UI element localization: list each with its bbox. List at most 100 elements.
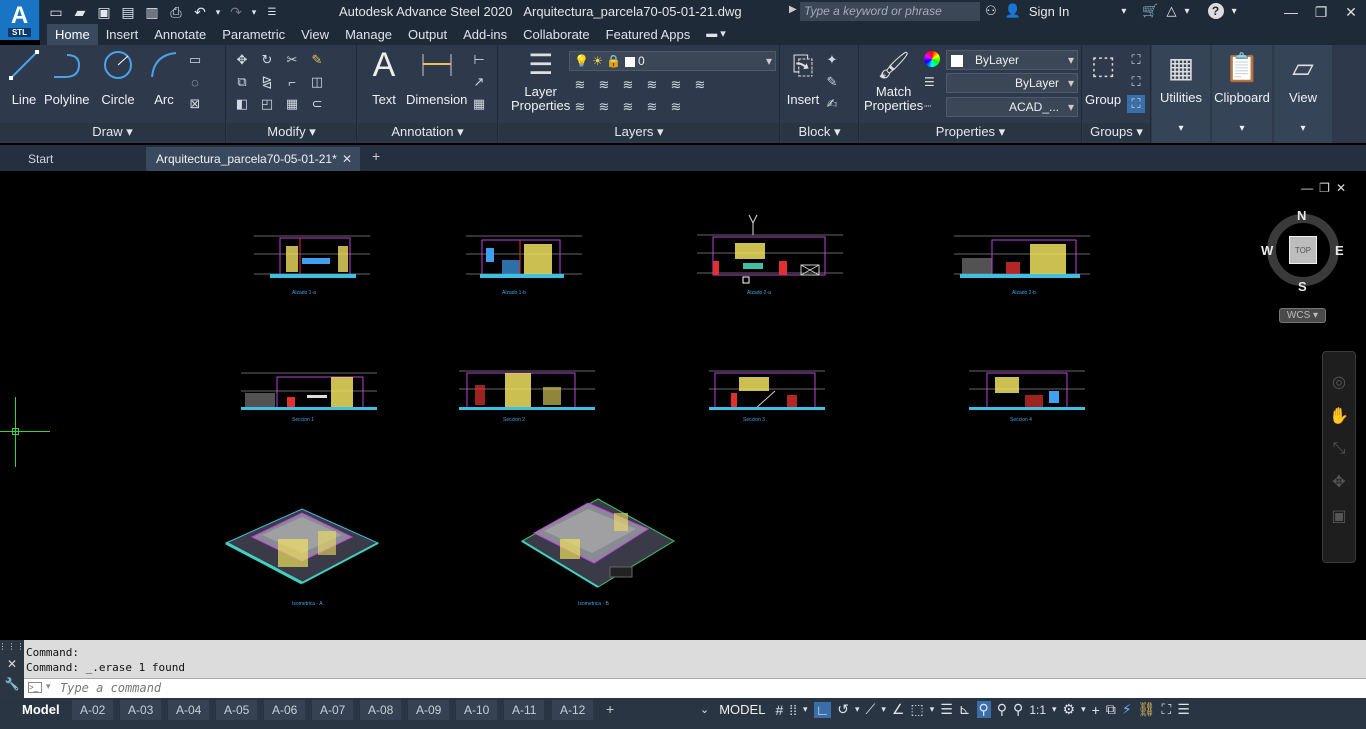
workspace-dropdown-icon[interactable]: ▾ xyxy=(1081,704,1086,715)
layer-tool-6-icon[interactable]: ≋ xyxy=(691,76,709,94)
layout-tab[interactable]: A-12 xyxy=(552,700,594,720)
layout-tab[interactable]: A-09 xyxy=(408,700,450,720)
viewcube-south[interactable]: S xyxy=(1298,279,1307,294)
create-block-icon[interactable]: ✦ xyxy=(823,51,841,69)
layer-tool-4-icon[interactable]: ≋ xyxy=(643,76,661,94)
help-dropdown-icon[interactable]: ▾ xyxy=(1232,6,1237,17)
layer-properties-button[interactable]: ☰ Layer Properties xyxy=(511,47,570,113)
edit-block-icon[interactable]: ✎ xyxy=(823,73,841,91)
linetype-dropdown[interactable]: ACAD_... xyxy=(946,97,1078,117)
dimension-button[interactable]: Dimension xyxy=(406,47,467,107)
isolate-objects-icon[interactable]: ⧉ xyxy=(1106,701,1116,718)
block-attr-icon[interactable]: ✍ xyxy=(823,95,841,113)
layer-tool-9-icon[interactable]: ≋ xyxy=(619,98,637,116)
elevation-1a-drawing[interactable] xyxy=(250,218,375,280)
isometric-a-drawing[interactable] xyxy=(222,491,382,596)
viewcube-north[interactable]: N xyxy=(1297,208,1306,223)
object-snap-dropdown-icon[interactable]: ▾ xyxy=(930,704,935,715)
autodesk-app-icon[interactable]: △ xyxy=(1167,3,1177,19)
layer-tool-5-icon[interactable]: ≋ xyxy=(667,76,685,94)
customize-icon[interactable]: 🔧 xyxy=(5,677,20,691)
section-1-drawing[interactable] xyxy=(237,353,382,413)
section-2-drawing[interactable] xyxy=(455,351,600,413)
color-dropdown[interactable]: ByLayer xyxy=(946,50,1078,70)
restore-icon[interactable]: ❐ xyxy=(1306,0,1336,24)
snap-icon[interactable]: ⁞⁞ xyxy=(789,702,797,718)
layer-tool-3-icon[interactable]: ≋ xyxy=(619,76,637,94)
close-command-line-icon[interactable]: ✕ xyxy=(7,657,17,671)
layer-tool-11-icon[interactable]: ≋ xyxy=(667,98,685,116)
viewcube-west[interactable]: W xyxy=(1261,243,1273,258)
undo-icon[interactable]: ↶ xyxy=(190,2,210,22)
leader-icon[interactable]: ↗ xyxy=(470,73,488,91)
steering-wheel-icon[interactable]: ◎ xyxy=(1332,372,1346,392)
tab-insert[interactable]: Insert xyxy=(98,24,147,45)
annotation-scale-icon[interactable]: ⚲ xyxy=(1013,701,1023,718)
viewcube[interactable]: TOP N S E W xyxy=(1261,208,1344,294)
viewport-restore-icon[interactable]: ❐ xyxy=(1319,181,1330,195)
status-expand-icon[interactable]: ⌄ xyxy=(700,703,709,716)
line-button[interactable]: Line xyxy=(6,47,42,107)
group-edit-icon[interactable]: ⛶ xyxy=(1127,73,1145,91)
clean-screen-icon[interactable]: ⛶ xyxy=(1161,701,1171,718)
command-prompt-icon[interactable]: >_ xyxy=(28,682,42,693)
add-icon[interactable]: + xyxy=(1092,702,1100,718)
annotation-visibility-icon[interactable]: ⚲ xyxy=(976,701,991,718)
trim-icon[interactable]: ✂ xyxy=(283,51,301,69)
save-as-icon[interactable]: ▤ xyxy=(118,2,138,22)
binoculars-icon[interactable]: ⚇ xyxy=(985,3,997,19)
section-3-drawing[interactable] xyxy=(705,351,830,413)
arc-button[interactable]: Arc xyxy=(146,47,182,107)
add-layout-icon[interactable]: + xyxy=(606,701,614,717)
undo-dropdown-icon[interactable]: ▾ xyxy=(214,2,222,22)
ortho-icon[interactable]: ∟ xyxy=(813,701,832,718)
object-snap-icon[interactable]: ⬚ xyxy=(910,701,923,718)
viewport-close-icon[interactable]: ✕ xyxy=(1336,181,1346,195)
layer-tool-1-icon[interactable]: ≋ xyxy=(571,76,589,94)
explode-icon[interactable]: ◫ xyxy=(308,73,326,91)
close-icon[interactable]: ✕ xyxy=(1336,0,1366,24)
section-4-drawing[interactable] xyxy=(965,351,1090,413)
layout-tab[interactable]: A-08 xyxy=(360,700,402,720)
stretch-icon[interactable]: ◧ xyxy=(233,95,251,113)
object-snap-tracking-icon[interactable]: ∠ xyxy=(892,701,905,718)
layers-panel-label[interactable]: Layers ▾ xyxy=(499,123,779,141)
isodraft-icon[interactable]: ⟋ xyxy=(866,701,876,718)
sign-in-dropdown-icon[interactable]: ▾ xyxy=(1121,6,1126,17)
layout-tab[interactable]: A-03 xyxy=(120,700,162,720)
modify-panel-label[interactable]: Modify ▾ xyxy=(227,123,356,141)
isometric-b-drawing[interactable] xyxy=(518,489,678,594)
layout-tab[interactable]: A-06 xyxy=(264,700,306,720)
help-icon[interactable]: ? xyxy=(1207,3,1224,19)
layout-tab[interactable]: A-07 xyxy=(312,700,354,720)
table-icon[interactable]: ▦ xyxy=(470,95,488,113)
ungroup-icon[interactable]: ⛶ xyxy=(1127,51,1145,69)
view-button[interactable]: ▱ View ▾ xyxy=(1274,45,1332,143)
new-file-icon[interactable]: ▭ xyxy=(46,2,66,22)
new-tab-icon[interactable]: + xyxy=(372,148,380,164)
polyline-button[interactable]: Polyline xyxy=(44,47,90,107)
scale-icon[interactable]: ◰ xyxy=(258,95,276,113)
viewport-minimize-icon[interactable]: — xyxy=(1301,181,1313,195)
redo-dropdown-icon[interactable]: ▾ xyxy=(250,2,258,22)
layout-tab[interactable]: A-04 xyxy=(168,700,210,720)
offset-icon[interactable]: ⊂ xyxy=(308,95,326,113)
hatch-icon[interactable]: ◌ xyxy=(186,73,204,91)
cart-icon[interactable]: 🛒 xyxy=(1142,3,1158,19)
mirror-icon[interactable]: ⧎ xyxy=(258,73,276,91)
text-button[interactable]: A Text xyxy=(366,47,402,107)
polar-icon[interactable]: ↺ xyxy=(837,701,849,718)
application-menu-button[interactable]: A STL xyxy=(0,0,40,40)
lineweight-dropdown[interactable]: ByLayer xyxy=(946,73,1078,93)
open-folder-icon[interactable]: ▰ xyxy=(70,2,90,22)
rectangle-icon[interactable]: ▭ xyxy=(186,51,204,69)
search-expand-icon[interactable]: ▶ xyxy=(789,4,797,15)
lineweight-toggle-icon[interactable]: ☰ xyxy=(940,701,953,718)
doc-tab-active[interactable]: Arquitectura_parcela70-05-01-21* ✕ xyxy=(146,147,360,171)
tab-featured-apps[interactable]: Featured Apps xyxy=(598,24,699,45)
array-icon[interactable]: ▦ xyxy=(283,95,301,113)
tab-annotate[interactable]: Annotate xyxy=(146,24,214,45)
layout-tab[interactable]: A-11 xyxy=(504,700,545,720)
elevation-2a-drawing[interactable] xyxy=(693,213,848,285)
layer-tool-2-icon[interactable]: ≋ xyxy=(595,76,613,94)
